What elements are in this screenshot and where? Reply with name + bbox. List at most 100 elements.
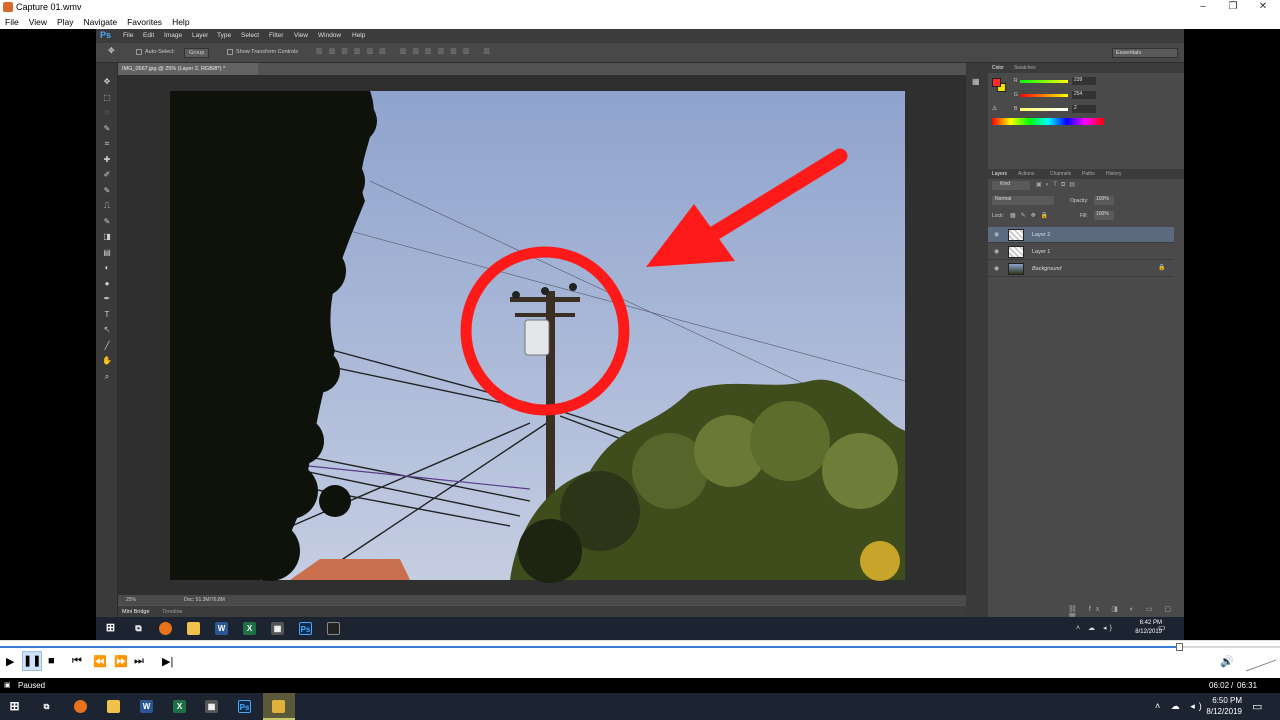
tab-mini-bridge[interactable]: Mini Bridge xyxy=(122,609,150,615)
show-transform-checkbox[interactable] xyxy=(227,49,233,55)
ps-menu-edit[interactable]: Edit xyxy=(143,32,154,39)
tab-layers[interactable]: Layers xyxy=(992,171,1007,177)
word-icon[interactable]: W xyxy=(140,700,153,713)
firefox-icon[interactable] xyxy=(159,622,172,635)
blur-tool-icon[interactable]: ◐ xyxy=(102,263,112,273)
fast-forward-button[interactable]: ⏩ xyxy=(114,655,128,668)
tab-swatches[interactable]: Swatches xyxy=(1014,65,1036,71)
document-tab[interactable]: IMG_0567.jpg @ 25% (Layer 2, RGB/8*) * xyxy=(118,63,258,75)
type-tool-icon[interactable]: T xyxy=(102,310,112,320)
ps-menu-help[interactable]: Help xyxy=(352,32,365,39)
workspace-select[interactable]: Essentials xyxy=(1112,48,1178,58)
volume-icon[interactable]: 🔊 xyxy=(1220,655,1234,668)
zoom-tool-icon[interactable]: ⌕ xyxy=(102,372,112,382)
fill-value[interactable]: 100% xyxy=(1094,211,1114,220)
ps-menu-image[interactable]: Image xyxy=(164,32,182,39)
tab-color[interactable]: Color xyxy=(992,65,1004,71)
visibility-eye-icon[interactable]: ◉ xyxy=(994,265,999,272)
auto-select-checkbox[interactable] xyxy=(136,49,142,55)
hand-tool-icon[interactable]: ✋ xyxy=(102,356,112,366)
stamp-tool-icon[interactable]: ⎍ xyxy=(102,201,112,211)
r-slider[interactable] xyxy=(1020,80,1068,83)
seek-thumb[interactable] xyxy=(1176,643,1183,651)
maximize-button[interactable]: ❐ xyxy=(1218,0,1248,15)
zoom-level[interactable]: 25% xyxy=(126,597,136,603)
notification-center-icon[interactable]: ▭ xyxy=(1252,700,1262,713)
visibility-eye-icon[interactable]: ◉ xyxy=(994,248,999,255)
lasso-tool-icon[interactable]: ◌ xyxy=(102,108,112,118)
photoshop-taskbar-icon[interactable]: Ps xyxy=(238,700,251,713)
menu-play[interactable]: Play xyxy=(57,17,74,27)
align-icons[interactable]: ▥▥▥▥▥▥ ▥▥▥▥▥▥ ▥ xyxy=(316,47,496,55)
dodge-tool-icon[interactable]: ● xyxy=(102,279,112,289)
layer-row[interactable]: ◉ Background 🔒 xyxy=(988,261,1174,277)
photoshop-taskbar-icon[interactable]: Ps xyxy=(299,622,312,635)
menu-file[interactable]: File xyxy=(5,17,19,27)
play-button[interactable]: ▶ xyxy=(6,655,14,668)
task-view-icon[interactable]: ⧉ xyxy=(132,622,145,635)
word-icon[interactable]: W xyxy=(215,622,228,635)
ps-menu-file[interactable]: File xyxy=(123,32,133,39)
tab-history[interactable]: History xyxy=(1106,171,1122,177)
ps-menu-type[interactable]: Type xyxy=(217,32,231,39)
calculator-icon[interactable]: ▦ xyxy=(205,700,218,713)
layer-row[interactable]: ◉ Layer 2 xyxy=(988,227,1174,243)
move-tool-icon[interactable]: ✥ xyxy=(108,46,115,55)
volume-slider[interactable] xyxy=(1245,659,1277,672)
tab-timeline[interactable]: Timeline xyxy=(162,609,183,615)
windows-start-icon[interactable]: ⊞ xyxy=(8,700,21,713)
pen-tool-icon[interactable]: ✒ xyxy=(102,294,112,304)
menu-navigate[interactable]: Navigate xyxy=(84,17,118,27)
lock-icons[interactable]: ▦✎✥🔒 xyxy=(1010,212,1053,219)
menu-favorites[interactable]: Favorites xyxy=(127,17,162,27)
minimize-button[interactable]: – xyxy=(1188,0,1218,15)
group-select[interactable]: Group xyxy=(184,48,210,58)
tab-paths[interactable]: Paths xyxy=(1082,171,1095,177)
menu-help[interactable]: Help xyxy=(172,17,189,27)
frame-step-button[interactable]: ▶| xyxy=(162,655,173,668)
move-tool-icon[interactable]: ✥ xyxy=(102,77,112,87)
ps-menu-view[interactable]: View xyxy=(294,32,308,39)
b-value[interactable]: 2 xyxy=(1072,105,1096,113)
foreground-color-swatch[interactable] xyxy=(992,78,1001,87)
visibility-eye-icon[interactable]: ◉ xyxy=(994,231,999,238)
r-value[interactable]: 239 xyxy=(1072,77,1096,85)
shape-tool-icon[interactable]: ╱ xyxy=(102,341,112,351)
blend-mode-select[interactable]: Normal xyxy=(992,196,1054,205)
ps-menu-layer[interactable]: Layer xyxy=(192,32,208,39)
dock-icon[interactable]: ▦ xyxy=(972,77,980,86)
ps-menu-window[interactable]: Window xyxy=(318,32,341,39)
firefox-icon[interactable] xyxy=(74,700,87,713)
eyedropper-tool-icon[interactable]: ✚ xyxy=(102,155,112,165)
history-brush-tool-icon[interactable]: ✎ xyxy=(102,217,112,227)
close-button[interactable]: ✕ xyxy=(1248,0,1278,15)
previous-button[interactable]: ⏮ xyxy=(72,655,82,668)
g-value[interactable]: 254 xyxy=(1072,91,1096,99)
file-explorer-icon[interactable] xyxy=(187,622,200,635)
rewind-button[interactable]: ⏪ xyxy=(93,655,107,668)
task-view-icon[interactable]: ⧉ xyxy=(40,700,53,713)
ps-menu-filter[interactable]: Filter xyxy=(269,32,283,39)
stop-button[interactable]: ■ xyxy=(48,655,55,667)
excel-icon[interactable]: X xyxy=(243,622,256,635)
ps-menu-select[interactable]: Select xyxy=(241,32,259,39)
crop-tool-icon[interactable]: ⌗ xyxy=(102,139,112,149)
calculator-icon[interactable]: ▦ xyxy=(271,622,284,635)
excel-icon[interactable]: X xyxy=(173,700,186,713)
canvas-area[interactable] xyxy=(118,75,966,595)
menu-view[interactable]: View xyxy=(29,17,47,27)
tab-channels[interactable]: Channels xyxy=(1050,171,1071,177)
quick-select-tool-icon[interactable]: ✎ xyxy=(102,124,112,134)
path-select-tool-icon[interactable]: ↖ xyxy=(102,325,112,335)
g-slider[interactable] xyxy=(1020,94,1068,97)
pause-button[interactable]: ❚❚ xyxy=(22,651,42,671)
tab-actions[interactable]: Actions xyxy=(1018,171,1034,177)
layer-row[interactable]: ◉ Layer 1 xyxy=(988,244,1174,260)
brush-tool-icon[interactable]: ✎ xyxy=(102,186,112,196)
kind-filter[interactable]: Kind xyxy=(992,181,1030,190)
color-spectrum[interactable] xyxy=(992,118,1104,125)
layer-actions-icons[interactable]: ⛓ fx ◨ ◐ ▭ ▢ 🗑 xyxy=(1068,605,1184,617)
media-player-taskbar-button[interactable] xyxy=(263,693,295,720)
next-button[interactable]: ⏭ xyxy=(134,655,144,668)
gradient-tool-icon[interactable]: ▤ xyxy=(102,248,112,258)
